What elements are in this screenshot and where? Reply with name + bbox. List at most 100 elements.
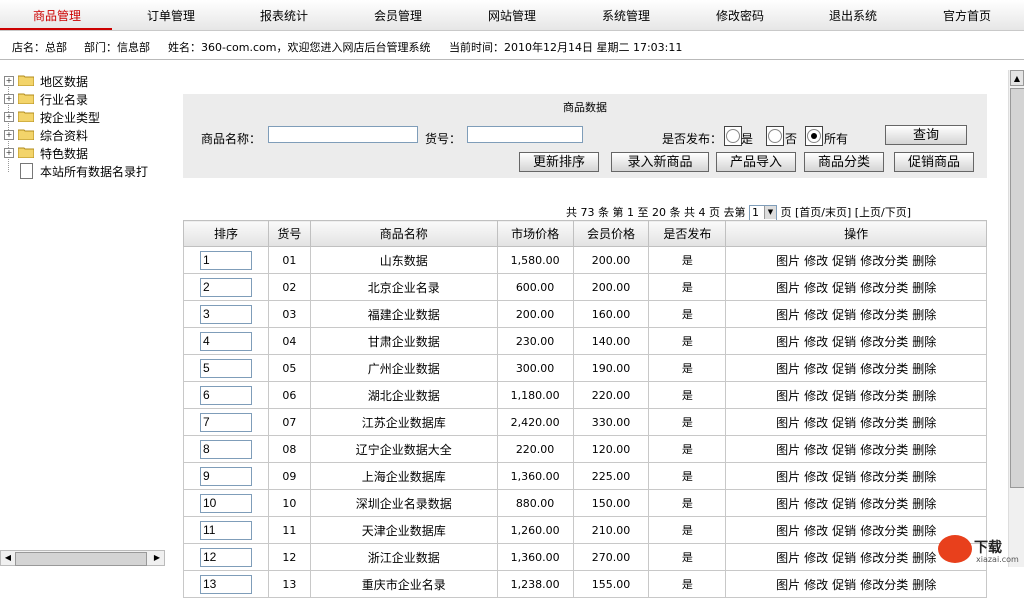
op-promote-link[interactable]: 促销 (832, 254, 856, 268)
sort-order-input[interactable] (199, 439, 252, 459)
add-product-button[interactable]: 录入新商品 (611, 152, 709, 172)
radio-all[interactable] (807, 129, 821, 143)
op-promote-link[interactable]: 促销 (832, 578, 856, 592)
op-image-link[interactable]: 图片 (776, 470, 800, 484)
product-category-button[interactable]: 商品分类 (804, 152, 884, 172)
op-promote-link[interactable]: 促销 (832, 524, 856, 538)
op-edit-category-link[interactable]: 修改分类 (860, 281, 908, 295)
op-delete-link[interactable]: 删除 (912, 443, 936, 457)
nav-item-password[interactable]: 修改密码 (716, 7, 764, 24)
sort-order-input[interactable] (199, 385, 252, 405)
sort-order-input[interactable] (199, 574, 252, 594)
sort-order-input[interactable] (199, 466, 252, 486)
op-promote-link[interactable]: 促销 (832, 281, 856, 295)
nav-item-order[interactable]: 订单管理 (147, 7, 195, 24)
op-promote-link[interactable]: 促销 (832, 308, 856, 322)
sort-order-input[interactable] (199, 358, 252, 378)
op-image-link[interactable]: 图片 (776, 254, 800, 268)
op-edit-category-link[interactable]: 修改分类 (860, 335, 908, 349)
radio-yes[interactable] (726, 129, 740, 143)
op-edit-category-link[interactable]: 修改分类 (860, 524, 908, 538)
op-edit-category-link[interactable]: 修改分类 (860, 578, 908, 592)
op-promote-link[interactable]: 促销 (832, 335, 856, 349)
nav-item-home[interactable]: 官方首页 (943, 7, 991, 24)
op-edit-link[interactable]: 修改 (804, 362, 828, 376)
op-promote-link[interactable]: 促销 (832, 551, 856, 565)
op-edit-category-link[interactable]: 修改分类 (860, 389, 908, 403)
sort-order-input[interactable] (199, 493, 252, 513)
op-promote-link[interactable]: 促销 (832, 416, 856, 430)
op-delete-link[interactable]: 删除 (912, 497, 936, 511)
op-image-link[interactable]: 图片 (776, 389, 800, 403)
op-edit-category-link[interactable]: 修改分类 (860, 497, 908, 511)
op-edit-link[interactable]: 修改 (804, 497, 828, 511)
op-delete-link[interactable]: 删除 (912, 551, 936, 565)
horizontal-scrollbar[interactable]: ◀ ▶ (0, 550, 165, 566)
product-code-input[interactable] (467, 126, 583, 143)
sort-order-input[interactable] (199, 412, 252, 432)
op-edit-category-link[interactable]: 修改分类 (860, 308, 908, 322)
op-delete-link[interactable]: 删除 (912, 470, 936, 484)
op-edit-link[interactable]: 修改 (804, 443, 828, 457)
sort-order-input[interactable] (199, 250, 252, 270)
expand-icon[interactable]: + (4, 148, 14, 158)
op-delete-link[interactable]: 删除 (912, 524, 936, 538)
op-edit-link[interactable]: 修改 (804, 389, 828, 403)
scroll-thumb[interactable] (1010, 88, 1024, 488)
op-edit-link[interactable]: 修改 (804, 578, 828, 592)
op-delete-link[interactable]: 删除 (912, 281, 936, 295)
expand-icon[interactable]: + (4, 112, 14, 122)
op-delete-link[interactable]: 删除 (912, 308, 936, 322)
update-sort-button[interactable]: 更新排序 (519, 152, 599, 172)
op-edit-category-link[interactable]: 修改分类 (860, 551, 908, 565)
nav-item-product[interactable]: 商品管理 (33, 7, 81, 24)
op-promote-link[interactable]: 促销 (832, 497, 856, 511)
sort-order-input[interactable] (199, 520, 252, 540)
op-delete-link[interactable]: 删除 (912, 389, 936, 403)
op-edit-link[interactable]: 修改 (804, 416, 828, 430)
op-edit-category-link[interactable]: 修改分类 (860, 443, 908, 457)
op-delete-link[interactable]: 删除 (912, 362, 936, 376)
op-edit-link[interactable]: 修改 (804, 524, 828, 538)
op-edit-category-link[interactable]: 修改分类 (860, 254, 908, 268)
op-promote-link[interactable]: 促销 (832, 389, 856, 403)
op-edit-category-link[interactable]: 修改分类 (860, 362, 908, 376)
op-image-link[interactable]: 图片 (776, 497, 800, 511)
expand-icon[interactable]: + (4, 130, 14, 140)
op-image-link[interactable]: 图片 (776, 443, 800, 457)
nav-item-system[interactable]: 系统管理 (602, 7, 650, 24)
scroll-thumb[interactable] (15, 552, 147, 566)
nav-item-report[interactable]: 报表统计 (260, 7, 308, 24)
op-edit-category-link[interactable]: 修改分类 (860, 416, 908, 430)
op-edit-link[interactable]: 修改 (804, 335, 828, 349)
promotion-button[interactable]: 促销商品 (894, 152, 974, 172)
op-image-link[interactable]: 图片 (776, 362, 800, 376)
op-delete-link[interactable]: 删除 (912, 254, 936, 268)
page-select[interactable]: 1 ▼ (748, 204, 777, 222)
op-edit-link[interactable]: 修改 (804, 281, 828, 295)
op-image-link[interactable]: 图片 (776, 281, 800, 295)
expand-icon[interactable]: + (4, 94, 14, 104)
sort-order-input[interactable] (199, 547, 252, 567)
sort-order-input[interactable] (199, 304, 252, 324)
op-image-link[interactable]: 图片 (776, 308, 800, 322)
vertical-scrollbar[interactable]: ▲ (1008, 70, 1024, 567)
op-image-link[interactable]: 图片 (776, 335, 800, 349)
op-promote-link[interactable]: 促销 (832, 362, 856, 376)
scroll-left-icon[interactable]: ◀ (2, 552, 14, 564)
sort-order-input[interactable] (199, 277, 252, 297)
op-edit-link[interactable]: 修改 (804, 254, 828, 268)
product-name-input[interactable] (268, 126, 418, 143)
scroll-up-icon[interactable]: ▲ (1010, 70, 1024, 86)
op-edit-link[interactable]: 修改 (804, 308, 828, 322)
pagination-links[interactable]: 页 [首页/末页] [上页/下页] (780, 206, 911, 219)
op-promote-link[interactable]: 促销 (832, 470, 856, 484)
op-edit-link[interactable]: 修改 (804, 470, 828, 484)
op-delete-link[interactable]: 删除 (912, 578, 936, 592)
sort-order-input[interactable] (199, 331, 252, 351)
import-product-button[interactable]: 产品导入 (716, 152, 796, 172)
query-button[interactable]: 查询 (885, 125, 967, 145)
nav-item-logout[interactable]: 退出系统 (829, 7, 877, 24)
expand-icon[interactable]: + (4, 76, 14, 86)
op-edit-link[interactable]: 修改 (804, 551, 828, 565)
